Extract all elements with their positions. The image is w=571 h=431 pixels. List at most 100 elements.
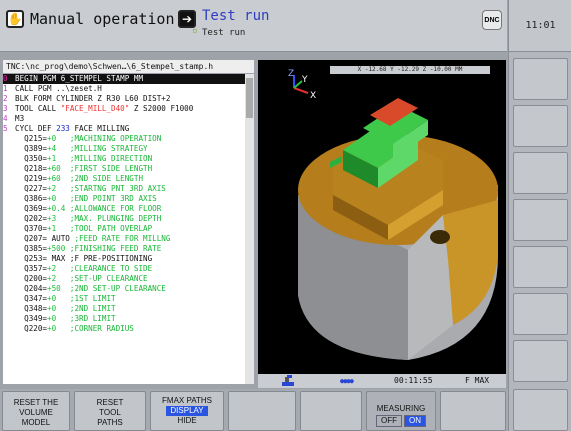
program-token: ;TOOL PATH OVERLAP xyxy=(69,224,153,233)
scrollbar-thumb[interactable] xyxy=(246,78,253,118)
program-token: CALL PGM ..\zeset.H xyxy=(15,84,102,93)
block-number: 5 xyxy=(3,124,8,133)
program-token: Z S2000 F1000 xyxy=(129,104,194,113)
program-line[interactable]: Q357=+2 ;CLEARANCE TO SIDE xyxy=(3,264,254,274)
dnc-button[interactable]: DNC xyxy=(482,10,502,30)
vertical-softkey-8[interactable] xyxy=(513,389,568,431)
program-token: ;SET-UP CLEARANCE xyxy=(69,274,148,283)
program-line[interactable]: Q207= AUTO ;FEED RATE FOR MILLNG xyxy=(3,234,254,244)
measuring-on[interactable]: ON xyxy=(404,415,426,427)
program-line[interactable]: Q227=+2 ;STARTNG PNT 3RD AXIS xyxy=(3,184,254,194)
softkey-8[interactable] xyxy=(440,391,506,431)
program-token: Q385= xyxy=(15,244,48,253)
program-line[interactable]: 4 M3 xyxy=(3,114,254,124)
vertical-softkey-6[interactable] xyxy=(513,293,568,335)
vertical-softkey-2[interactable] xyxy=(513,105,568,147)
program-token: +0 xyxy=(47,134,70,143)
vertical-softkey-4[interactable] xyxy=(513,199,568,241)
manual-operation-label: Manual operation xyxy=(30,10,175,28)
program-line[interactable]: 3 TOOL CALL "FACE_MILL_D40" Z S2000 F1000 xyxy=(3,104,254,114)
program-token: Q204= xyxy=(15,284,48,293)
measuring-off[interactable]: OFF xyxy=(376,415,402,427)
block-number: 4 xyxy=(3,114,8,123)
program-line[interactable]: 2 BLK FORM CYLINDER Z R30 L60 DIST+2 xyxy=(3,94,254,104)
softkey-4[interactable] xyxy=(228,391,296,431)
program-token: "FACE_MILL_D40" xyxy=(60,104,130,113)
program-token: Q200= xyxy=(15,274,48,283)
reset-volume-model-softkey[interactable]: RESET THE VOLUME MODEL xyxy=(2,391,70,431)
program-token: CYCL DEF xyxy=(15,124,57,133)
program-token: +0 xyxy=(47,194,70,203)
program-token: ;CLEARANCE TO SIDE xyxy=(69,264,153,273)
program-token: +1 xyxy=(47,224,70,233)
program-token: +2 xyxy=(47,274,70,283)
program-line[interactable]: 5 CYCL DEF 233 FACE MILLING xyxy=(3,124,254,134)
program-token: +4 xyxy=(47,144,70,153)
program-line[interactable]: Q253= MAX ;F PRE-POSITIONING xyxy=(3,254,254,264)
softkey-label: MEASURING xyxy=(376,404,426,413)
softkey-5[interactable] xyxy=(300,391,362,431)
program-line[interactable]: Q218=+60 ;FIRST SIDE LENGTH xyxy=(3,164,254,174)
simulation-speed-icon[interactable] xyxy=(282,375,294,386)
vertical-softkey-1[interactable] xyxy=(513,58,568,100)
measuring-toggle[interactable]: OFF ON xyxy=(376,415,426,427)
axis-x-label: X xyxy=(310,91,316,101)
program-token: ;1ST LIMIT xyxy=(69,294,116,303)
program-token: Q207= AUTO xyxy=(15,234,75,243)
program-line[interactable]: Q349=+0 ;3RD LIMIT xyxy=(3,314,254,324)
program-line[interactable]: Q219=+60 ;2ND SIDE LENGTH xyxy=(3,174,254,184)
program-line[interactable]: 0 BEGIN PGM 6_STEMPEL STAMP MM xyxy=(3,74,254,84)
softkey-label: RESET THE xyxy=(13,398,59,407)
workpiece-graphic: Z Y X xyxy=(288,69,498,360)
reset-tool-paths-softkey[interactable]: RESET TOOL PATHS xyxy=(74,391,146,431)
program-token: ;MACHINING OPERATION xyxy=(69,134,162,143)
program-token: Q220= xyxy=(15,324,48,333)
program-line[interactable]: Q350=+1 ;MILLING DIRECTION xyxy=(3,154,254,164)
program-token: ;2ND LIMIT xyxy=(69,304,116,313)
program-token: +3 xyxy=(47,214,70,223)
program-token: +2 xyxy=(47,264,70,273)
program-token: BLK FORM CYLINDER Z R30 L60 DIST+2 xyxy=(15,94,171,103)
softkey-label: TOOL xyxy=(99,408,121,417)
program-token: ;2ND SIDE LENGTH xyxy=(69,174,144,183)
program-line[interactable]: Q369=+0.4 ;ALLOWANCE FOR FLOOR xyxy=(3,204,254,214)
program-token: +60 xyxy=(47,174,70,183)
program-token: M3 xyxy=(15,114,25,123)
program-line[interactable]: 1 CALL PGM ..\zeset.H xyxy=(3,84,254,94)
softkey-label: FMAX PATHS xyxy=(162,396,212,405)
program-token: ;END POINT 3RD AXIS xyxy=(69,194,157,203)
measuring-softkey[interactable]: MEASURING OFF ON xyxy=(366,391,436,431)
mode-manual-operation[interactable]: ✋ Manual operation xyxy=(6,10,175,28)
program-token: Q202= xyxy=(15,214,48,223)
vertical-softkey-3[interactable] xyxy=(513,152,568,194)
vertical-softkey-5[interactable] xyxy=(513,246,568,288)
program-token: ;FEED RATE FOR MILLNG xyxy=(74,234,171,243)
fmax-paths-softkey[interactable]: FMAX PATHS DISPLAY HIDE xyxy=(150,391,224,431)
program-line[interactable]: Q347=+0 ;1ST LIMIT xyxy=(3,294,254,304)
program-line[interactable]: Q202=+3 ;MAX. PLUNGING DEPTH xyxy=(3,214,254,224)
softkey-label: MODEL xyxy=(21,418,51,427)
program-token: Q369= xyxy=(15,204,48,213)
program-line[interactable]: Q220=+0 ;CORNER RADIUS xyxy=(3,324,254,334)
program-line[interactable]: Q385=+500 ;FINISHING FEED RATE xyxy=(3,244,254,254)
program-line[interactable]: Q389=+4 ;MILLING STRATEGY xyxy=(3,144,254,154)
program-line[interactable]: Q348=+0 ;2ND LIMIT xyxy=(3,304,254,314)
program-line[interactable]: Q370=+1 ;TOOL PATH OVERLAP xyxy=(3,224,254,234)
program-line[interactable]: Q386=+0 ;END POINT 3RD AXIS xyxy=(3,194,254,204)
program-token: Q253= MAX xyxy=(15,254,70,263)
program-listing[interactable]: 0 BEGIN PGM 6_STEMPEL STAMP MM 1 CALL PGM .… xyxy=(3,74,254,384)
program-token: ;ALLOWANCE FOR FLOOR xyxy=(69,204,162,213)
softkey-label: PATHS xyxy=(97,418,123,427)
program-line[interactable]: Q215=+0 ;MACHINING OPERATION xyxy=(3,134,254,144)
program-token: +0 xyxy=(47,304,70,313)
vertical-softkey-7[interactable] xyxy=(513,340,568,382)
program-line[interactable]: Q200=+2 ;SET-UP CLEARANCE xyxy=(3,274,254,284)
simulation-viewport[interactable]: X -12.68 Y -12.29 Z -10.00 MM Z Y X xyxy=(258,60,506,374)
program-path: TNC:\nc_prog\demo\Schwen…\6_Stempel_stam… xyxy=(3,60,254,73)
program-line[interactable]: Q204=+50 ;2ND SET-UP CLEARANCE xyxy=(3,284,254,294)
program-scrollbar[interactable] xyxy=(245,74,254,384)
program-token: ;MAX. PLUNGING DEPTH xyxy=(69,214,162,223)
program-token: FACE MILLING xyxy=(69,124,130,133)
program-token: ;MILLING DIRECTION xyxy=(69,154,153,163)
feed-rate: F MAX xyxy=(465,376,490,385)
